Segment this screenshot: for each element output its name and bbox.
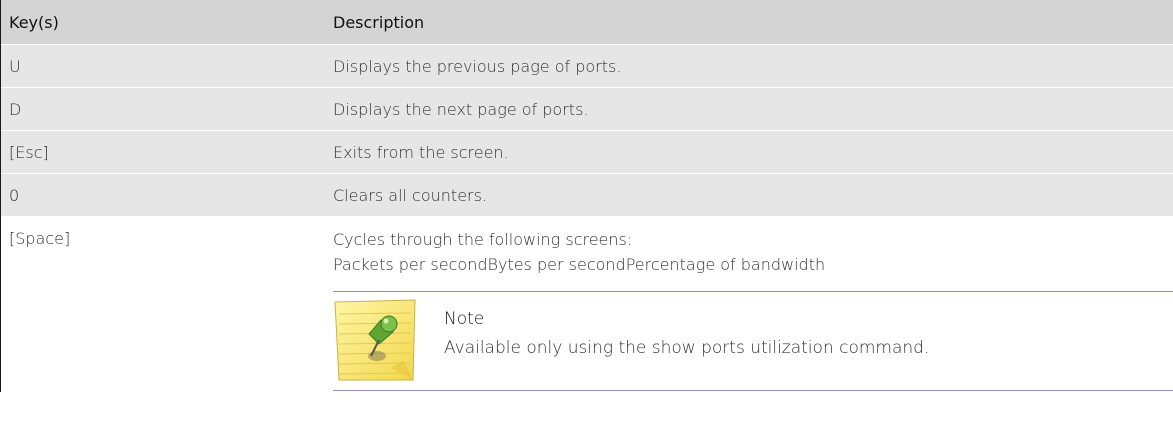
note-pin-icon — [334, 299, 416, 381]
row-description: Exits from the screen. — [333, 142, 509, 162]
table-row: D Displays the next page of ports. — [1, 88, 1173, 131]
description-line-2: Packets per secondBytes per secondPercen… — [333, 255, 826, 274]
row-description: Displays the previous page of ports. — [333, 56, 622, 76]
description-line-1: Cycles through the following screens: — [333, 230, 633, 249]
note-box: Note Available only using the show ports… — [333, 291, 1173, 391]
table-row-space: [Space] Cycles through the following scr… — [1, 217, 1173, 392]
table-header-row: Key(s) Description — [1, 0, 1173, 45]
row-description: Cycles through the following screens: Pa… — [323, 217, 1173, 391]
row-key: [Space] — [9, 229, 71, 248]
note-text: Available only using the show ports util… — [444, 338, 930, 358]
note-title: Note — [444, 309, 485, 329]
row-description: Clears all counters. — [333, 185, 488, 205]
table-row: [Esc] Exits from the screen. — [1, 131, 1173, 174]
row-key: D — [9, 99, 22, 119]
row-key: [Esc] — [9, 142, 49, 162]
key-description-table: Key(s) Description U Displays the previo… — [0, 0, 1173, 392]
row-description: Displays the next page of ports. — [333, 99, 589, 119]
table-row: 0 Clears all counters. — [1, 174, 1173, 217]
header-key: Key(s) — [9, 12, 59, 32]
row-key: 0 — [9, 185, 20, 205]
row-key: U — [9, 56, 21, 76]
header-description: Description — [333, 12, 425, 32]
table-row: U Displays the previous page of ports. — [1, 45, 1173, 88]
